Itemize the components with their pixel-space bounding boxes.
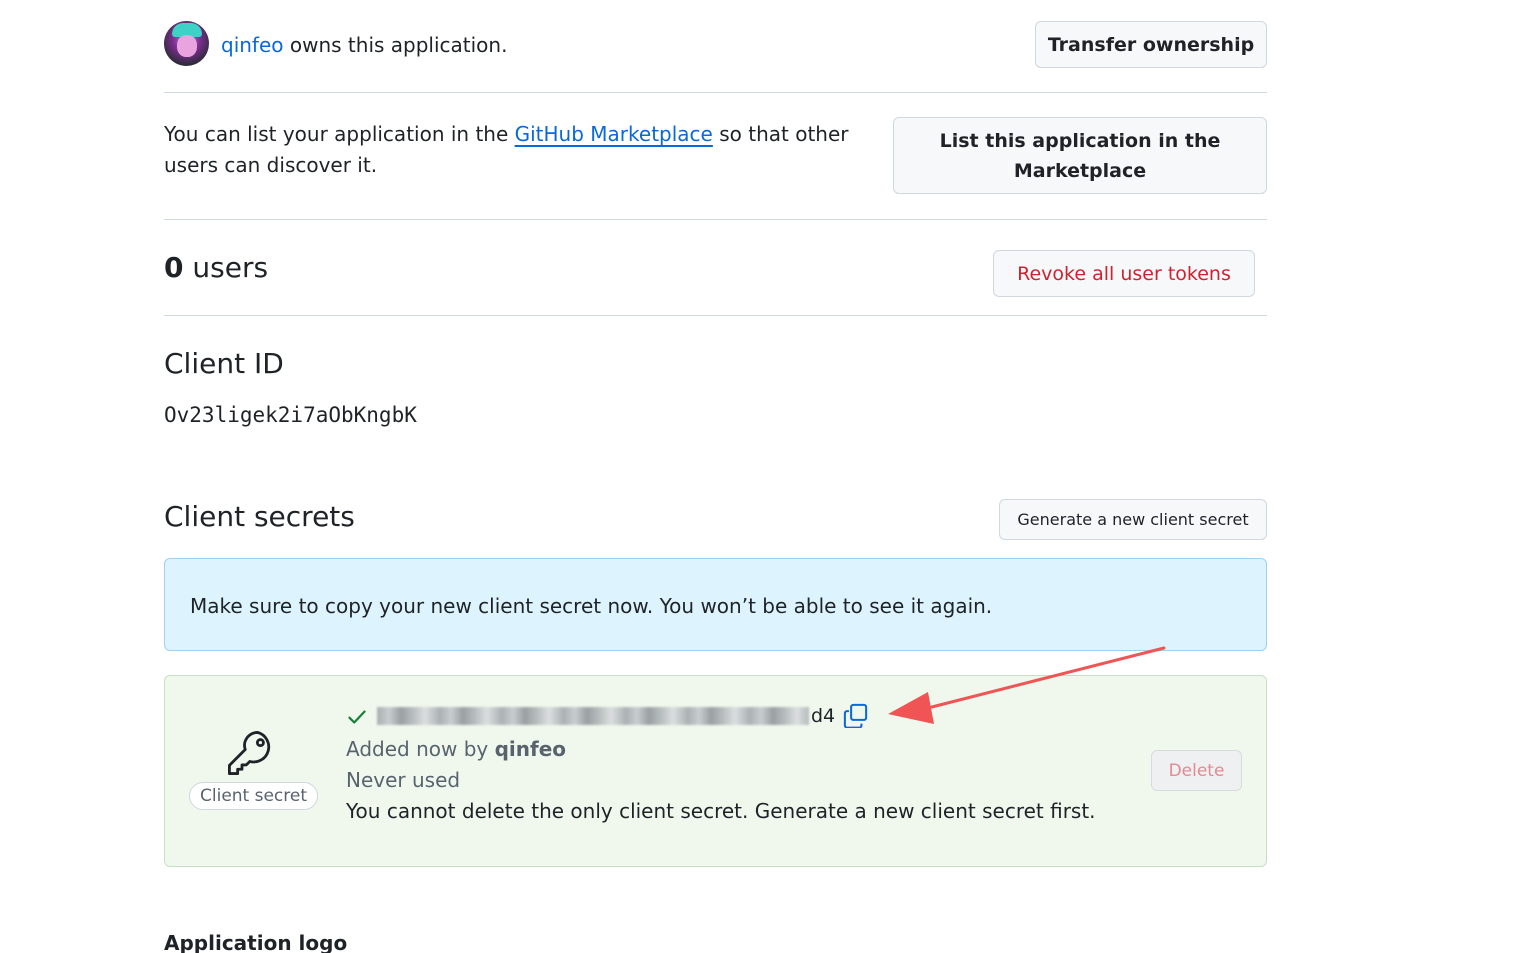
added-by-user: qinfeo xyxy=(494,737,567,761)
secret-usage: Never used xyxy=(346,768,461,792)
users-count: 0 xyxy=(164,251,184,284)
delete-secret-button[interactable]: Delete xyxy=(1151,750,1242,791)
redacted-secret xyxy=(377,707,809,725)
owner-statement: qinfeo owns this application. xyxy=(221,33,507,57)
copy-icon[interactable] xyxy=(843,703,868,728)
divider xyxy=(164,219,1267,220)
generate-client-secret-button[interactable]: Generate a new client secret xyxy=(999,499,1267,540)
client-secrets-heading: Client secrets xyxy=(164,500,355,533)
flash-message: Make sure to copy your new client secret… xyxy=(190,594,993,618)
secret-visible-tail: d4 xyxy=(811,705,836,727)
secret-added-by: Added now by qinfeo xyxy=(346,736,566,762)
copy-secret-flash: Make sure to copy your new client secret… xyxy=(164,558,1267,651)
owner-statement-suffix: owns this application. xyxy=(283,33,508,57)
client-id-heading: Client ID xyxy=(164,347,284,380)
avatar-face xyxy=(177,35,197,57)
app-settings-page: qinfeo owns this application. Transfer o… xyxy=(0,0,1518,953)
divider xyxy=(164,315,1267,316)
key-icon xyxy=(228,731,271,775)
check-icon xyxy=(348,710,366,724)
client-secret-badge: Client secret xyxy=(189,782,319,810)
added-prefix: Added now by xyxy=(346,737,495,761)
owner-avatar[interactable] xyxy=(164,21,209,66)
application-logo-heading: Application logo xyxy=(164,931,348,953)
marketplace-text-before: You can list your application in the xyxy=(164,122,515,146)
transfer-ownership-button[interactable]: Transfer ownership xyxy=(1035,21,1267,68)
client-id-value[interactable]: Ov23ligek2i7aObKngbK xyxy=(164,401,417,429)
users-count-heading: 0 users xyxy=(164,250,268,286)
client-secret-value[interactable]: d4 xyxy=(377,704,835,728)
delete-disabled-note: You cannot delete the only client secret… xyxy=(346,799,1096,823)
revoke-all-user-tokens-button[interactable]: Revoke all user tokens xyxy=(993,250,1255,297)
divider xyxy=(164,92,1267,93)
list-in-marketplace-button[interactable]: List this application in the Marketplace xyxy=(893,117,1267,194)
arrow-annotation xyxy=(888,646,1166,724)
users-label: users xyxy=(183,251,269,284)
github-marketplace-link[interactable]: GitHub Marketplace xyxy=(515,122,713,146)
marketplace-description: You can list your application in the Git… xyxy=(164,119,892,181)
owner-username-link[interactable]: qinfeo xyxy=(221,33,284,57)
